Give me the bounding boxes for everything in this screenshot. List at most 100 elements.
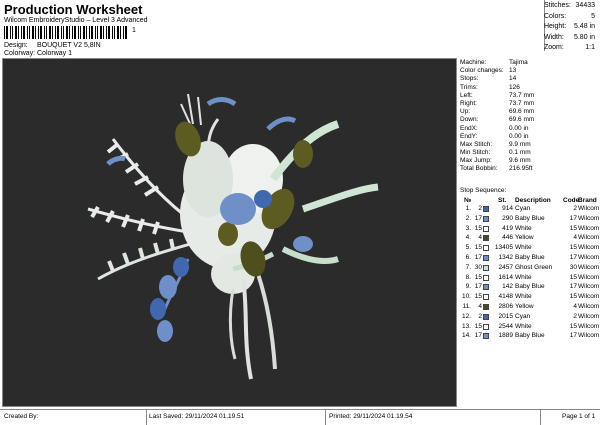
- row-stop-number: 17: [474, 332, 482, 340]
- machine-label: Max Jump:: [460, 157, 492, 165]
- row-index: 11.: [462, 302, 471, 310]
- machine-label: Total Bobbin:: [460, 165, 498, 173]
- stats-value: 5.48 in: [573, 23, 595, 30]
- row-stop-number: 2: [478, 205, 482, 212]
- printed-date: Printed: 29/11/2024 01.19.54: [329, 413, 413, 420]
- machine-value: 73.7 mm: [509, 99, 535, 107]
- row-code: 4: [573, 234, 577, 242]
- machine-label: Stops:: [460, 75, 479, 83]
- stats-row-stitches: Stitches: 34433: [544, 1, 599, 12]
- color-swatch: [483, 303, 489, 310]
- stop-sequence-row: 7. 30 2457 Ghost Green 30 Wilcom: [460, 263, 599, 273]
- design-value: BOUQUET V2 5,8IN: [37, 42, 101, 49]
- row-code: 15: [569, 273, 577, 281]
- stats-label: Zoom:: [544, 44, 564, 51]
- row-stitches: 13405: [494, 244, 513, 252]
- machine-row: Right: 73.7 mm: [460, 100, 598, 108]
- row-brand: Wilcom: [578, 322, 600, 330]
- color-swatch: [483, 323, 489, 330]
- row-index: 6.: [465, 253, 471, 261]
- row-index: 3.: [465, 224, 471, 232]
- machine-value: 69.6 mm: [509, 108, 535, 116]
- machine-value: 73.7 mm: [509, 91, 535, 99]
- machine-value: 9.9 mm: [509, 140, 531, 148]
- machine-row: Up: 69.6 mm: [460, 108, 598, 116]
- color-swatch: [483, 215, 489, 222]
- stop-sequence-header: № St. Description Code Brand: [460, 196, 598, 204]
- stop-sequence-row: 8. 15 1614 White 15 Wilcom: [460, 273, 599, 283]
- stop-sequence-row: 14. 17 1889 Baby Blue 17 Wilcom: [460, 331, 599, 341]
- software-subtitle: Wilcom EmbroideryStudio – Level 3 Advanc…: [4, 17, 148, 24]
- row-stitches: 914: [502, 205, 513, 212]
- row-stop-number: 15: [474, 293, 482, 301]
- row-stop-number: 17: [474, 214, 482, 222]
- created-by: Created By:: [4, 413, 39, 420]
- row-index: 2.: [465, 214, 471, 222]
- row-stitches: 2457: [498, 263, 513, 271]
- machine-value: Tajima: [509, 59, 528, 66]
- machine-row: EndY: 0.00 in: [460, 133, 598, 141]
- stats-row-width: Width: 5.80 in: [544, 33, 599, 44]
- stop-sequence-row: 1. 2 914 Cyan 2 Wilcom: [460, 204, 600, 214]
- row-description: White: [515, 322, 532, 330]
- row-index: 4.: [465, 234, 471, 242]
- row-stop-number: 4: [478, 234, 482, 242]
- machine-label: Min Stitch:: [460, 149, 491, 157]
- stop-sequence-row: 4. 4 446 Yellow 4 Wilcom: [460, 233, 599, 243]
- color-swatch: [483, 225, 489, 232]
- row-description: White: [515, 244, 532, 252]
- machine-label: EndX:: [460, 124, 478, 132]
- page-title: Production Worksheet: [4, 2, 143, 17]
- row-stitches: 290: [502, 214, 513, 222]
- row-stop-number: 15: [474, 224, 482, 232]
- row-code: 17: [569, 214, 577, 222]
- row-stitches: 142: [502, 283, 513, 291]
- row-description: Cyan: [515, 312, 531, 320]
- machine-row: Machine: Tajima: [460, 59, 598, 67]
- color-swatch: [483, 264, 489, 271]
- row-brand: Wilcom: [578, 293, 600, 301]
- row-code: 15: [569, 244, 577, 252]
- row-brand: Wilcom: [578, 283, 600, 291]
- machine-value: 0.1 mm: [509, 149, 531, 157]
- footer-divider: [325, 410, 326, 425]
- row-index: 12.: [461, 312, 471, 320]
- stats-row-colors: Colors: 5: [544, 12, 599, 23]
- last-saved: Last Saved: 29/11/2024 01.19.51: [149, 413, 245, 420]
- row-brand: Wilcom: [578, 205, 600, 212]
- row-index: 8.: [465, 273, 471, 281]
- machine-value: 126: [509, 83, 520, 91]
- stop-sequence-row: 2. 17 290 Baby Blue 17 Wilcom: [460, 214, 599, 224]
- row-index: 14.: [461, 332, 471, 340]
- stats-row-zoom: Zoom: 1:1: [544, 43, 599, 54]
- machine-value: 14: [509, 75, 517, 83]
- machine-label: Up:: [460, 108, 471, 116]
- stop-sequence-row: 12. 2 2015 Cyan 2 Wilcom: [460, 312, 600, 322]
- row-brand: Wilcom: [578, 312, 600, 320]
- machine-row: Down: 69.6 mm: [460, 116, 598, 124]
- machine-label: Down:: [460, 116, 479, 124]
- stop-sequence-row: 10. 15 4148 White 15 Wilcom: [460, 292, 600, 302]
- stop-sequence-row: 11. 4 2806 Yellow 4 Wilcom: [460, 302, 599, 312]
- stats-value: 5: [591, 12, 595, 20]
- row-index: 5.: [465, 244, 471, 252]
- machine-value: 216.95ft: [509, 165, 533, 173]
- row-description: Baby Blue: [515, 253, 545, 261]
- machine-row: Min Stitch: 0.1 mm: [460, 149, 598, 157]
- row-code: 2: [573, 312, 577, 320]
- row-stop-number: 4: [478, 302, 482, 310]
- row-description: Yellow: [515, 234, 534, 242]
- machine-label: Right:: [460, 99, 477, 107]
- barcode-suffix: 1: [132, 27, 136, 34]
- row-description: White: [515, 273, 532, 281]
- row-code: 17: [569, 253, 577, 261]
- row-stitches: 1889: [498, 332, 513, 340]
- stop-sequence-row: 5. 15 13405 White 15 Wilcom: [460, 243, 599, 253]
- row-stop-number: 15: [474, 322, 482, 330]
- row-code: 15: [569, 322, 577, 330]
- color-swatch: [483, 274, 489, 281]
- row-code: 15: [569, 224, 577, 232]
- colorway-label: Colorway:: [4, 50, 36, 57]
- row-stop-number: 15: [474, 273, 482, 281]
- color-swatch: [483, 254, 489, 261]
